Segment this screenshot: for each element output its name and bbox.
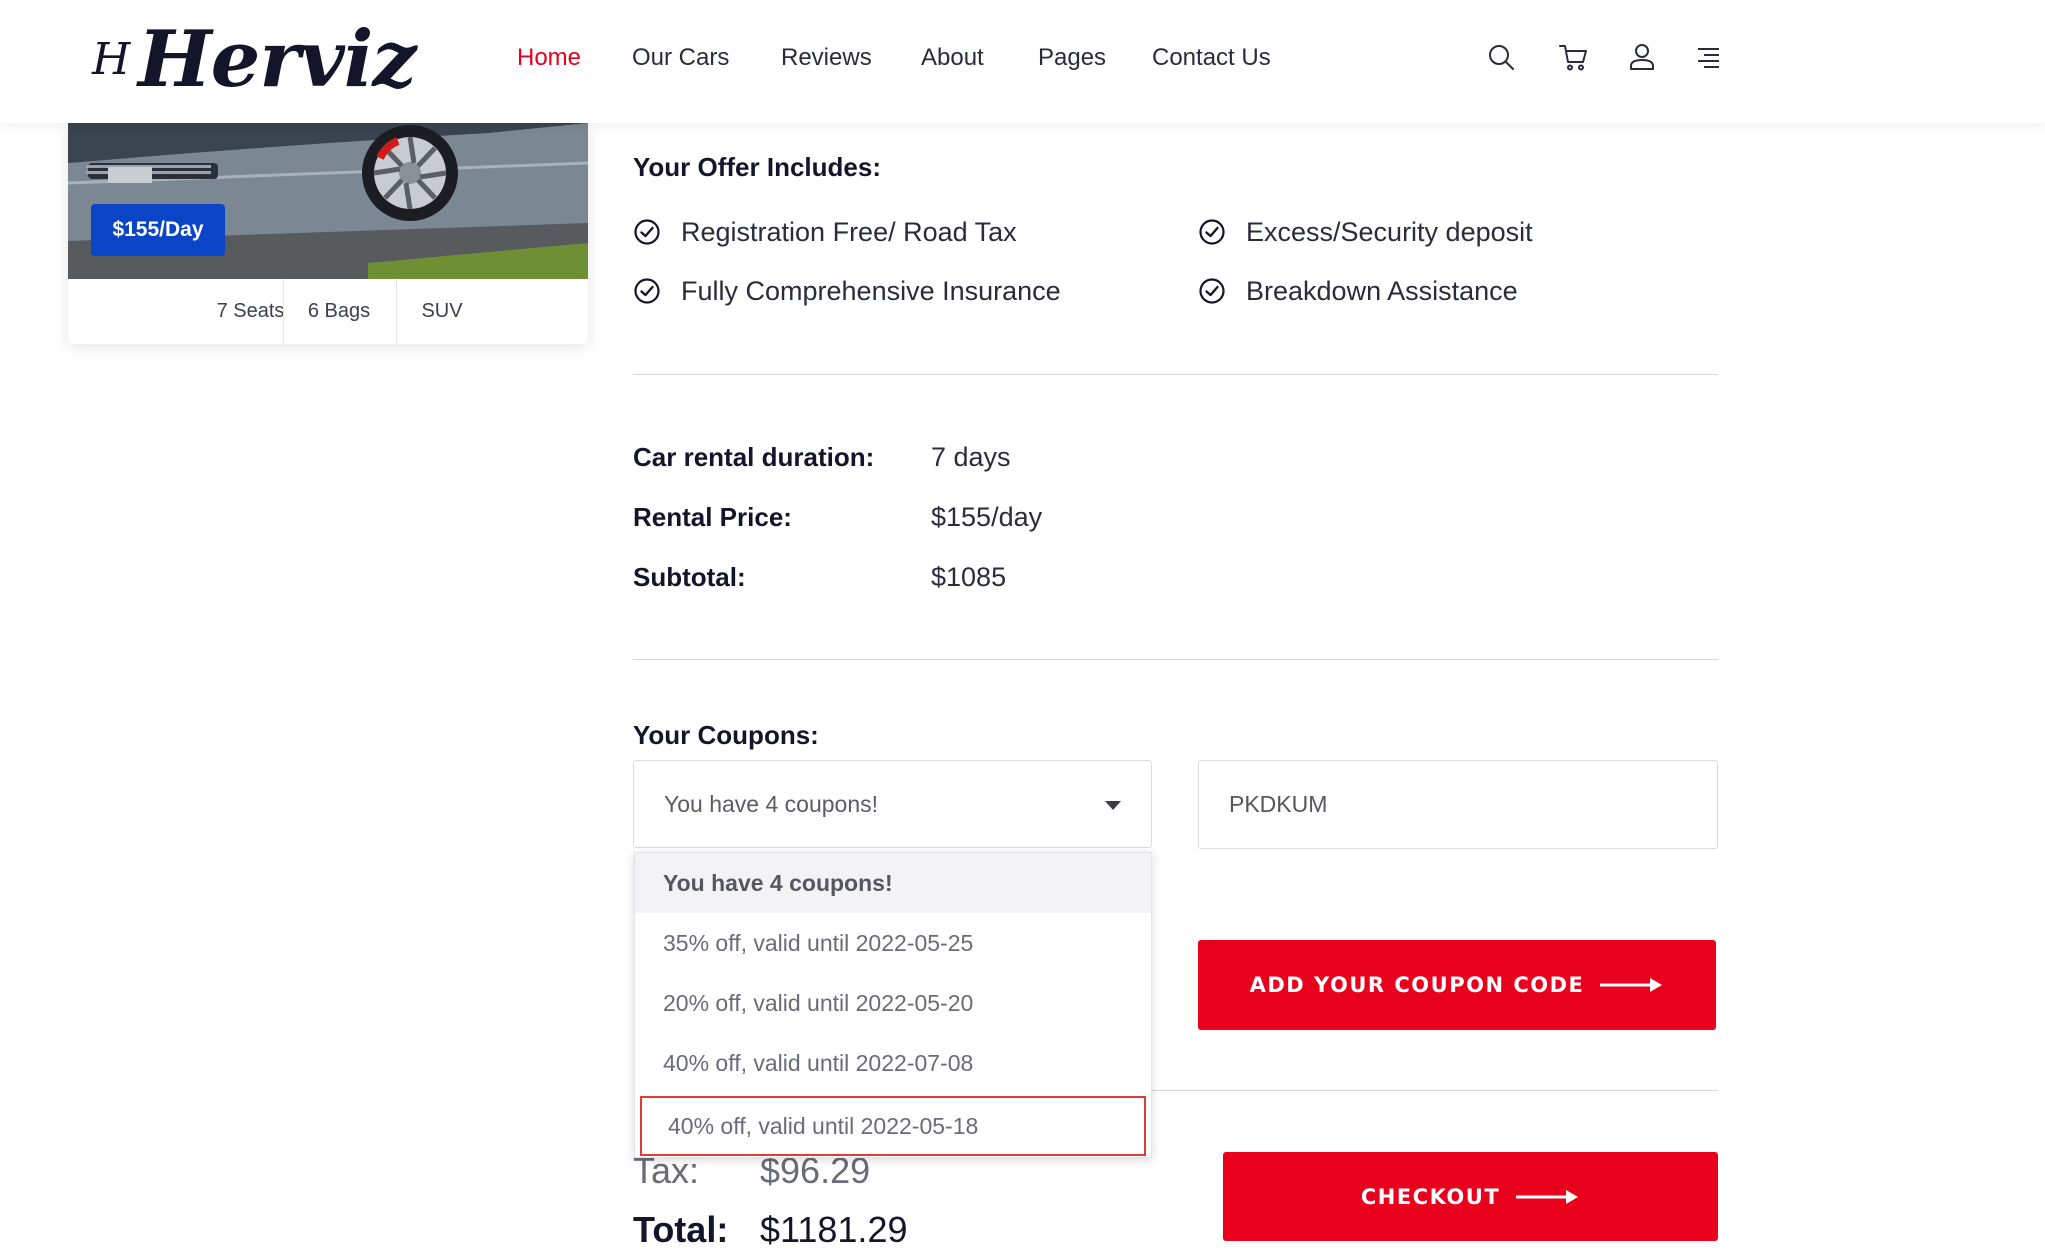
offer-item: Breakdown Assistance [1198,274,1518,308]
subtotal-value: $1085 [931,562,1007,592]
coupon-option[interactable]: 40% off, valid until 2022-07-08 [635,1033,1151,1093]
logo-mark[interactable]: H [92,34,130,85]
nav-pages[interactable]: Pages [1038,44,1106,72]
checkout-button-label: CHECKOUT [1360,1184,1501,1209]
nav-our-cars[interactable]: Our Cars [632,44,729,72]
subtotal-label: Subtotal: [633,562,746,592]
car-specs: 7 Seats 6 Bags SUV [68,279,588,344]
duration-value: 7 days [931,442,1011,472]
check-circle-icon [634,219,660,245]
total-label: Total: [633,1209,729,1250]
offer-item: Fully Comprehensive Insurance [633,274,1061,308]
checkout-button[interactable]: CHECKOUT [1223,1152,1718,1241]
section-divider [633,659,1718,660]
spec-type: SUV [421,300,463,322]
check-circle-icon [1199,219,1225,245]
check-circle-icon [634,278,660,304]
add-coupon-button[interactable]: ADD YOUR COUPON CODE [1198,940,1716,1030]
add-coupon-button-label: ADD YOUR COUPON CODE [1249,973,1585,997]
offer-item-label: Breakdown Assistance [1246,275,1518,306]
nav-about[interactable]: About [921,44,984,72]
nav-home[interactable]: Home [517,44,581,72]
menu-icon[interactable] [1693,42,1723,72]
user-icon[interactable] [1627,42,1657,72]
rental-price-label: Rental Price: [633,502,792,532]
site-header: H Herviz Home Our Cars Reviews About Pag… [0,0,2045,123]
coupon-code-input[interactable] [1198,760,1718,849]
offer-item-label: Registration Free/ Road Tax [681,216,1017,247]
offer-heading: Your Offer Includes: [633,152,881,182]
spec-bags: 6 Bags [307,300,371,322]
offer-item-label: Fully Comprehensive Insurance [681,275,1061,306]
caret-down-icon[interactable] [1105,801,1121,810]
cart-icon[interactable] [1558,42,1588,72]
car-image: $155/Day [68,123,588,279]
coupons-heading: Your Coupons: [633,720,819,750]
search-icon[interactable] [1486,42,1516,72]
coupon-dropdown-menu: You have 4 coupons! 35% off, valid until… [634,852,1152,1158]
section-divider [633,374,1718,375]
offer-item-label: Excess/Security deposit [1246,216,1533,247]
duration-label: Car rental duration: [633,442,875,472]
coupon-option-highlighted[interactable]: 40% off, valid until 2022-05-18 [640,1096,1146,1156]
logo[interactable]: Herviz [138,14,417,105]
coupon-option[interactable]: 35% off, valid until 2022-05-25 [635,913,1151,973]
price-per-day-badge: $155/Day [91,204,225,256]
rental-price-value: $155/day [931,502,1043,532]
coupon-option[interactable]: 20% off, valid until 2022-05-20 [635,973,1151,1033]
car-card: $155/Day 7 Seats 6 Bags SUV [68,123,588,344]
total-value: $1181.29 [760,1209,908,1250]
offer-item: Registration Free/ Road Tax [633,215,1017,249]
offer-item: Excess/Security deposit [1198,215,1533,249]
coupon-select-value: You have 4 coupons! [664,791,878,817]
coupon-select[interactable]: You have 4 coupons! [633,760,1152,848]
coupon-option[interactable]: You have 4 coupons! [635,853,1151,913]
nav-reviews[interactable]: Reviews [781,44,872,72]
nav-contact-us[interactable]: Contact Us [1152,44,1271,72]
arrow-right-icon [1516,1189,1579,1204]
check-circle-icon [1199,278,1225,304]
arrow-right-icon [1600,978,1663,992]
